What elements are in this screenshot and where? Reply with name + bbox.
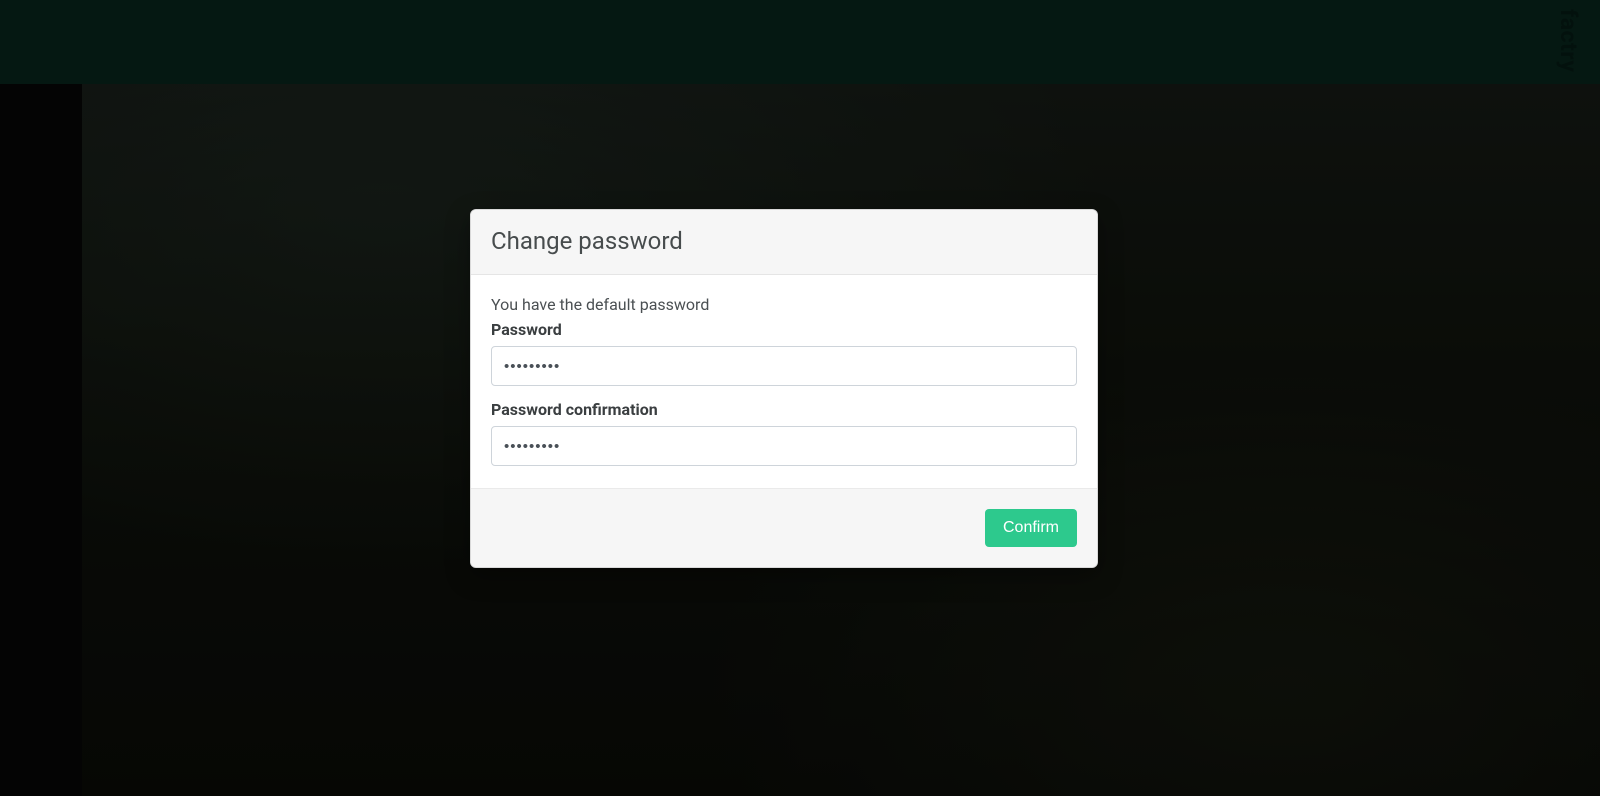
password-label: Password: [491, 320, 1077, 339]
modal-body: You have the default password Password P…: [471, 275, 1097, 488]
password-group: Password: [491, 320, 1077, 386]
modal-header: Change password: [471, 210, 1097, 275]
change-password-modal: Change password You have the default pas…: [470, 209, 1098, 568]
modal-subtext: You have the default password: [491, 295, 1077, 314]
password-input[interactable]: [491, 346, 1077, 386]
app-root: factry Change password You have the defa…: [0, 0, 1600, 796]
password-confirmation-group: Password confirmation: [491, 400, 1077, 466]
modal-title: Change password: [491, 227, 1077, 255]
modal-footer: Confirm: [471, 488, 1097, 567]
password-confirmation-input[interactable]: [491, 426, 1077, 466]
confirm-button[interactable]: Confirm: [985, 509, 1077, 547]
password-confirmation-label: Password confirmation: [491, 400, 1077, 419]
